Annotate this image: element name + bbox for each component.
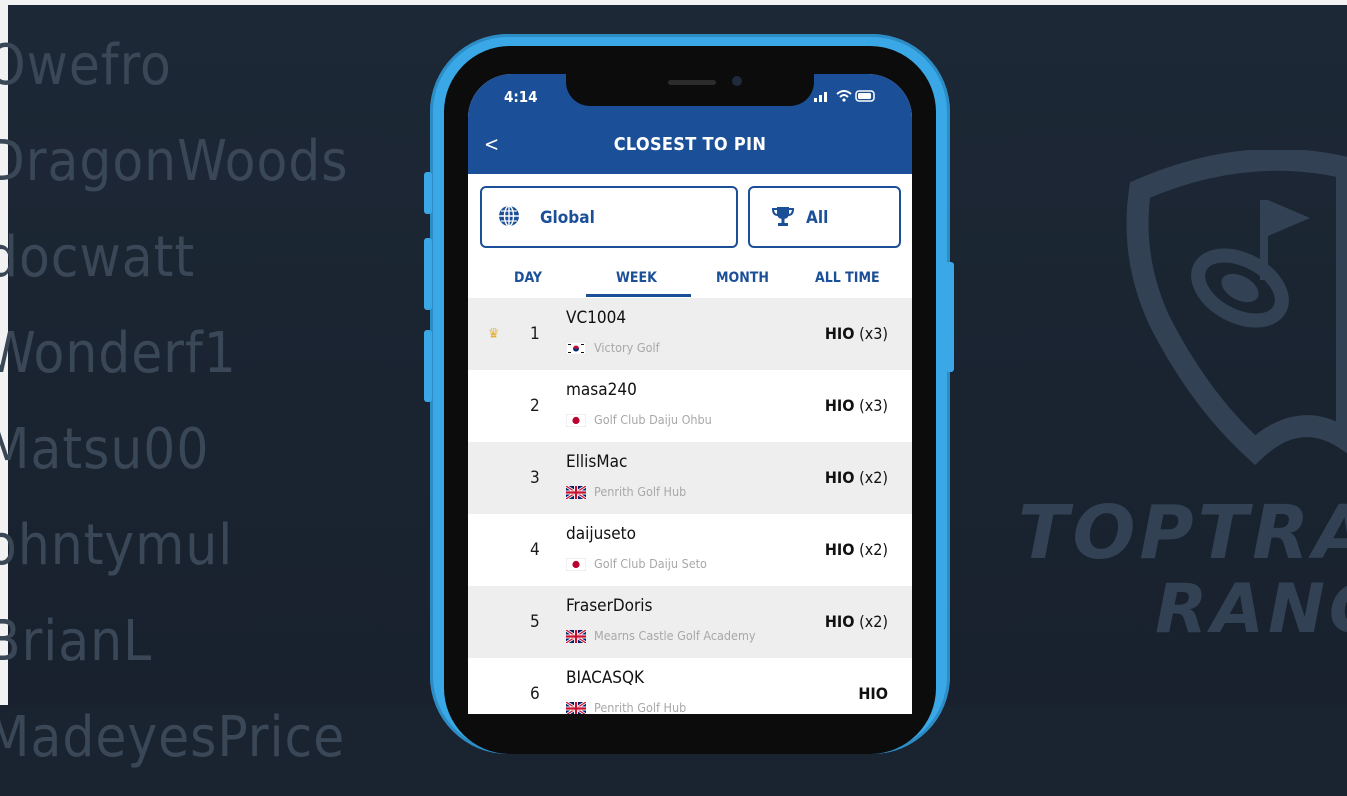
row-score: HIO (x2) [824, 612, 888, 631]
logo-text-line1: TOPTRA [1018, 490, 1347, 576]
leaderboard-row[interactable]: 3 EllisMac Penrith Golf Hub HIO (x2) [468, 442, 912, 514]
bg-name: ohntymul [0, 513, 234, 578]
row-rank: 5 [530, 612, 540, 632]
wifi-icon [836, 89, 852, 102]
bg-name: BrianL [0, 609, 153, 674]
row-score: HIO (x2) [824, 468, 888, 487]
signal-icon [814, 91, 827, 102]
row-club: Victory Golf [594, 340, 660, 355]
row-club: Penrith Golf Hub [594, 484, 687, 499]
bg-name: docwatt [0, 225, 196, 290]
uk-flag-icon [566, 702, 586, 714]
speaker [668, 80, 716, 85]
tab-day[interactable]: DAY [514, 270, 542, 286]
row-username: daijuseto [566, 524, 637, 544]
golf-flag-shield-icon [1126, 150, 1347, 465]
bg-name: MadeyesPrice [0, 705, 346, 770]
bg-name: Wonderf1 [0, 321, 237, 386]
leaderboard-row[interactable]: ♛ 1 VC1004 Victory Golf HIO (x3) [468, 298, 912, 370]
tab-selected-indicator [586, 294, 691, 297]
region-filter-button[interactable]: Global [480, 186, 738, 248]
row-rank: 1 [530, 324, 540, 344]
trophy-icon [772, 207, 794, 226]
phone-side-button [424, 330, 432, 402]
row-club: Golf Club Daiju Ohbu [594, 412, 712, 427]
phone-side-button [424, 172, 432, 214]
row-username: masa240 [566, 380, 637, 400]
background-names: Owefro DragonWoods docwatt Wonderf1 Mats… [0, 28, 349, 796]
phone-notch [566, 74, 814, 106]
row-rank: 4 [530, 540, 540, 560]
row-club: Golf Club Daiju Seto [594, 556, 707, 571]
page-title: CLOSEST TO PIN [613, 134, 767, 155]
bg-name: Owefro [0, 33, 172, 98]
tab-week[interactable]: WEEK [616, 270, 657, 286]
row-score: HIO [858, 684, 888, 703]
leaderboard-row[interactable]: 5 FraserDoris Mearns Castle Golf Academy… [468, 586, 912, 658]
time-tabs: DAY WEEK MONTH ALL TIME [468, 264, 912, 298]
tab-month[interactable]: MONTH [716, 270, 769, 286]
row-rank: 3 [530, 468, 540, 488]
row-rank: 2 [530, 396, 540, 416]
row-username: FraserDoris [566, 596, 653, 616]
row-score: HIO (x3) [824, 396, 888, 415]
app-screen: 4:14 < CLOSEST TO PIN Global All DAY WEE… [468, 74, 912, 714]
region-filter-label: Global [540, 208, 595, 228]
phone-side-button [424, 238, 432, 310]
category-filter-button[interactable]: All [748, 186, 901, 248]
crown-icon: ♛ [488, 326, 500, 342]
category-filter-label: All [806, 208, 829, 228]
bg-name: DragonWoods [0, 129, 349, 194]
row-username: VC1004 [566, 308, 627, 328]
row-club: Penrith Golf Hub [594, 700, 687, 714]
top-border [0, 0, 1347, 5]
row-username: EllisMac [566, 452, 628, 472]
uk-flag-icon [566, 486, 586, 499]
japan-flag-icon [566, 414, 586, 427]
phone-side-button [946, 262, 954, 372]
leaderboard-row[interactable]: 4 daijuseto Golf Club Daiju Seto HIO (x2… [468, 514, 912, 586]
tab-all-time[interactable]: ALL TIME [815, 270, 880, 286]
battery-icon [855, 89, 876, 102]
row-club: Mearns Castle Golf Academy [594, 628, 756, 643]
row-score: HIO (x3) [824, 324, 888, 343]
logo-text-line2: RANG [1155, 570, 1347, 649]
bg-name: Matsu00 [0, 417, 210, 482]
leaderboard-list: ♛ 1 VC1004 Victory Golf HIO (x3) 2 masa2… [468, 298, 912, 714]
camera [732, 76, 742, 86]
row-score: HIO (x2) [824, 540, 888, 559]
row-rank: 6 [530, 684, 540, 704]
status-time: 4:14 [504, 88, 538, 106]
korea-flag-icon [566, 342, 586, 355]
uk-flag-icon [566, 630, 586, 643]
leaderboard-row[interactable]: 2 masa240 Golf Club Daiju Ohbu HIO (x3) [468, 370, 912, 442]
status-icons [814, 88, 877, 103]
topgolf-logo: TOPTRA RANG [1010, 150, 1347, 670]
japan-flag-icon [566, 558, 586, 571]
globe-icon [499, 205, 519, 227]
leaderboard-row[interactable]: 6 BIACASQK Penrith Golf Hub HIO [468, 658, 912, 714]
row-username: BIACASQK [566, 668, 645, 688]
